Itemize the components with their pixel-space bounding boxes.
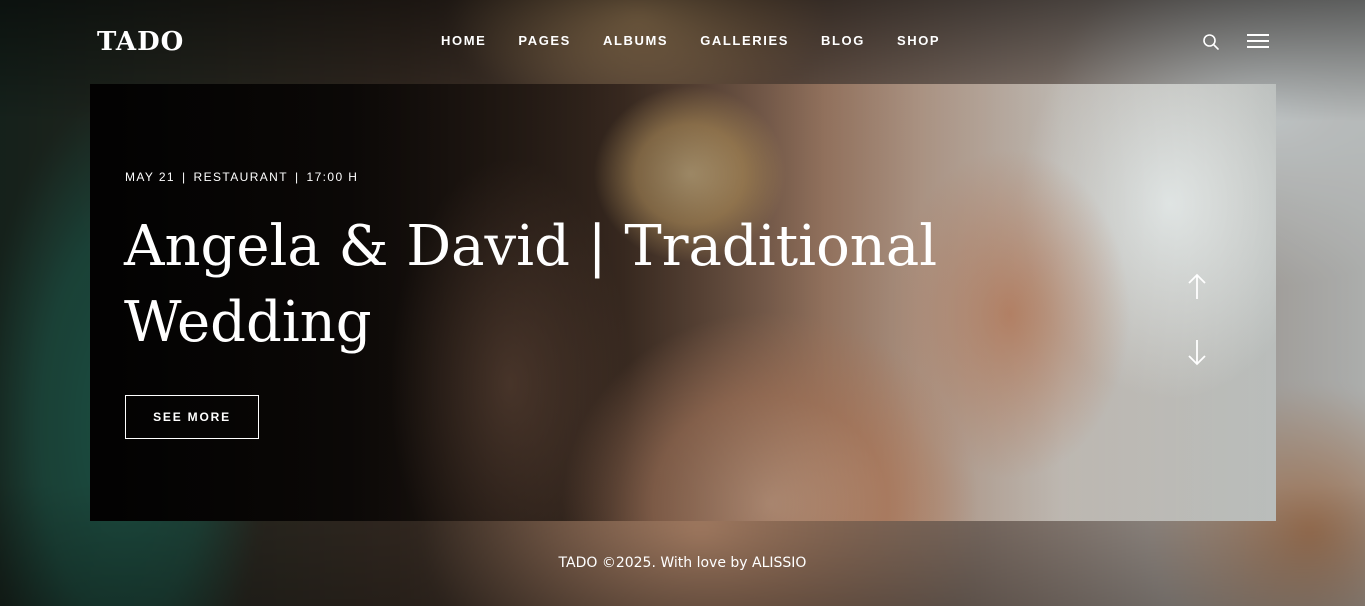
nav-item-galleries[interactable]: GALLERIES [700,33,789,49]
meta-separator: | [294,170,300,184]
page: TADO HOME PAGES ALBUMS GALLERIES BLOG SH… [0,0,1365,606]
nav-item-home[interactable]: HOME [441,33,486,49]
event-location: RESTAURANT [193,170,288,184]
event-meta: MAY 21 | RESTAURANT | 17:00 H [125,169,358,185]
event-date: MAY 21 [125,170,175,184]
footer-copyright: TADO ©2025. With love by ALISSIO [558,555,807,571]
see-more-button[interactable]: SEE MORE [125,395,259,439]
meta-separator: | [181,170,187,184]
arrow-down-icon[interactable] [1185,337,1209,367]
site-header: TADO HOME PAGES ALBUMS GALLERIES BLOG SH… [0,0,1365,84]
search-icon[interactable] [1202,33,1220,51]
logo[interactable]: TADO [97,25,184,59]
hero-title: Angela & David | Traditional Wedding [124,214,938,355]
nav-item-shop[interactable]: SHOP [897,33,940,49]
hamburger-menu-icon[interactable] [1247,34,1269,50]
nav-item-pages[interactable]: PAGES [518,33,571,49]
hero-slide: MAY 21 | RESTAURANT | 17:00 H Angela & David… [90,84,1276,521]
main-nav: HOME PAGES ALBUMS GALLERIES BLOG SHOP [441,33,940,49]
event-time: 17:00 H [306,170,359,184]
arrow-up-icon[interactable] [1185,272,1209,302]
nav-item-albums[interactable]: ALBUMS [603,33,668,49]
nav-item-blog[interactable]: BLOG [821,33,865,49]
